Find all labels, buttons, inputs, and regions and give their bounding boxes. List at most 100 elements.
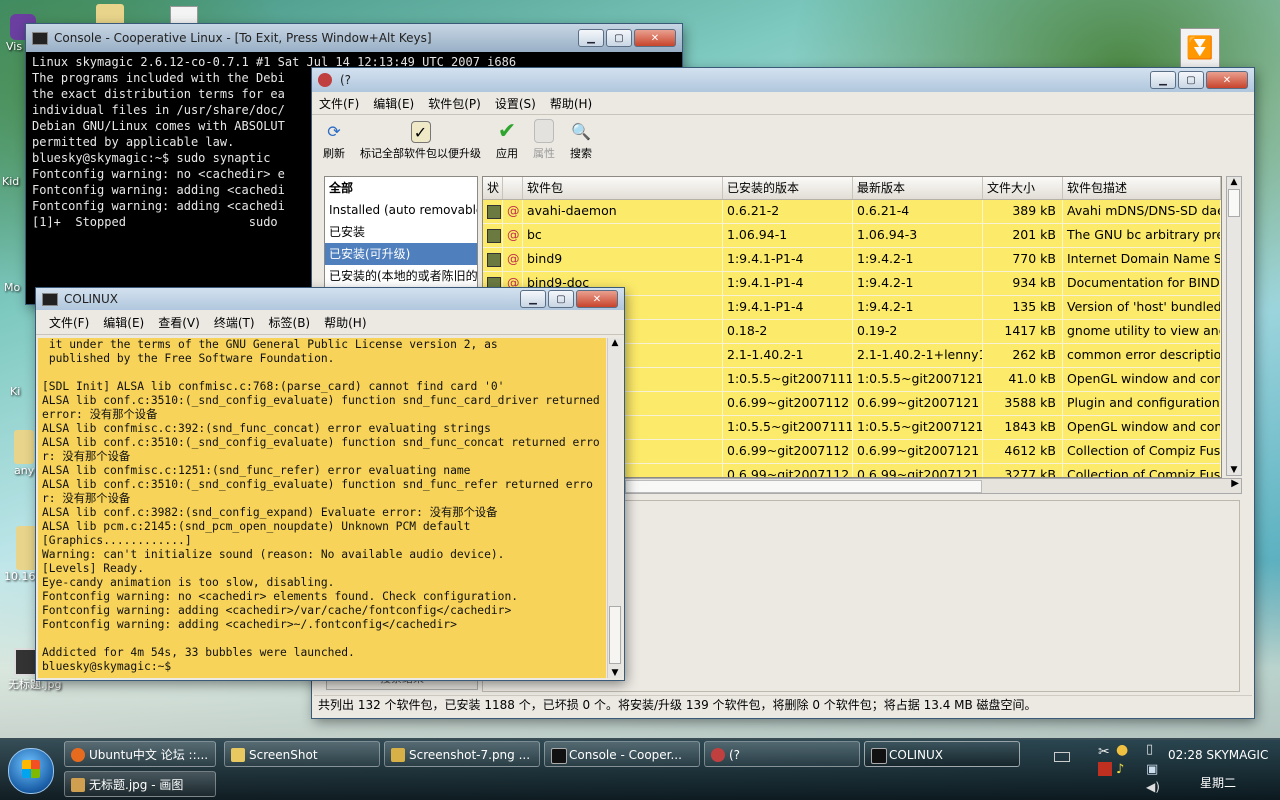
- menu-item[interactable]: 设置(S): [488, 95, 543, 112]
- menu-item[interactable]: 帮助(H): [317, 314, 373, 331]
- scroll-down-icon[interactable]: ▼: [1227, 465, 1241, 475]
- menu-item[interactable]: 文件(F): [312, 95, 366, 112]
- start-button[interactable]: [8, 748, 54, 794]
- column-header[interactable]: [503, 177, 523, 199]
- upgrade-status-icon[interactable]: [483, 224, 503, 247]
- maximize-button[interactable]: ▢: [606, 29, 632, 47]
- column-header[interactable]: 软件包: [523, 177, 723, 199]
- terminal-line: Warning: can't initialize sound (reason:…: [42, 548, 505, 561]
- column-header[interactable]: 已安装的版本: [723, 177, 853, 199]
- menu-item[interactable]: 帮助(H): [543, 95, 599, 112]
- package-description: The GNU bc arbitrary precision: [1063, 224, 1221, 247]
- properties-icon: [534, 119, 554, 143]
- hscroll-thumb[interactable]: [625, 480, 982, 493]
- mark-all-upgrades-button[interactable]: ✓ 标记全部软件包以便升级: [360, 121, 481, 165]
- column-header[interactable]: 最新版本: [853, 177, 983, 199]
- clock-time[interactable]: 02:28 SKYMAGIC: [1168, 748, 1268, 762]
- scroll-up-icon[interactable]: ▲: [1227, 177, 1241, 187]
- menu-item[interactable]: 终端(T): [207, 314, 262, 331]
- colinux-titlebar[interactable]: COLINUX ▁ ▢ ✕: [36, 288, 624, 310]
- synaptic-titlebar[interactable]: (? ▁ ▢ ✕: [312, 68, 1254, 92]
- menu-item[interactable]: 软件包(P): [421, 95, 488, 112]
- filter-item[interactable]: 全部: [325, 177, 477, 199]
- battery-tray-icon[interactable]: ▯: [1146, 742, 1153, 757]
- desktop-icon-ki[interactable]: Ki: [10, 385, 20, 398]
- scroll-up-icon[interactable]: ▲: [608, 338, 622, 348]
- minimize-button[interactable]: ▁: [1150, 71, 1176, 89]
- colinux-menubar: 文件(F) 编辑(E) 查看(V) 终端(T) 标签(B) 帮助(H): [36, 310, 624, 335]
- maximize-button[interactable]: ▢: [548, 290, 574, 308]
- package-description: OpenGL window and compositing: [1063, 368, 1221, 391]
- download-tray-icon[interactable]: ⏬: [1180, 28, 1220, 68]
- menu-item[interactable]: 文件(F): [42, 314, 96, 331]
- latest-version: 1.06.94-3: [853, 224, 983, 247]
- taskbar-button-console[interactable]: Console - Cooper...: [544, 741, 700, 767]
- bell-tray-icon[interactable]: ♪: [1116, 762, 1124, 777]
- console-titlebar[interactable]: Console - Cooperative Linux - [To Exit, …: [26, 24, 682, 52]
- package-table-scrollbar[interactable]: ▲ ▼: [1226, 176, 1242, 476]
- filter-item[interactable]: 已安装的(本地的或者陈旧的): [325, 265, 477, 287]
- maximize-button[interactable]: ▢: [1178, 71, 1204, 89]
- download-tray-icon[interactable]: [1098, 762, 1112, 776]
- filter-item[interactable]: 已安装(可升级): [325, 243, 477, 265]
- qq-tray-icon[interactable]: ●: [1116, 742, 1128, 758]
- table-row[interactable]: @ bind9 1:9.4.1-P1-4 1:9.4.2-1 770 kB Interne…: [483, 248, 1221, 272]
- desktop-icon-kid[interactable]: Kid: [2, 175, 19, 188]
- search-button[interactable]: 🔍 搜索: [569, 119, 593, 165]
- latest-version: 1:9.4.2-1: [853, 272, 983, 295]
- terminal-output[interactable]: it under the terms of the GNU General Pu…: [38, 338, 606, 678]
- package-name: bc: [523, 224, 723, 247]
- refresh-button[interactable]: ⟳ 刷新: [322, 119, 346, 165]
- taskbar-button-paint[interactable]: 无标题.jpg - 画图: [64, 771, 216, 797]
- filter-item[interactable]: Installed (auto removable): [325, 199, 477, 221]
- properties-button[interactable]: 属性: [533, 119, 555, 165]
- menu-item[interactable]: 编辑(E): [96, 314, 151, 331]
- keyboard-icon[interactable]: [1054, 752, 1070, 762]
- tools-tray-icon[interactable]: ✂: [1098, 744, 1110, 760]
- column-header[interactable]: 软件包描述: [1063, 177, 1221, 199]
- close-button[interactable]: ✕: [576, 290, 618, 308]
- clock-day[interactable]: 星期二: [1200, 774, 1236, 791]
- package-size: 770 kB: [983, 248, 1063, 271]
- scroll-thumb[interactable]: [1228, 189, 1240, 217]
- scroll-thumb[interactable]: [609, 606, 621, 664]
- taskbar-button-colinux[interactable]: COLINUX: [864, 741, 1020, 767]
- filter-item[interactable]: 已安装: [325, 221, 477, 243]
- paint-icon: [71, 778, 85, 792]
- upgrade-status-icon[interactable]: [483, 248, 503, 271]
- terminal-scrollbar[interactable]: ▲ ▼: [607, 338, 622, 678]
- menu-item[interactable]: 编辑(E): [366, 95, 421, 112]
- close-button[interactable]: ✕: [1206, 71, 1248, 89]
- column-header[interactable]: 状: [483, 177, 503, 199]
- package-description: OpenGL window and compositing: [1063, 416, 1221, 439]
- scroll-right-icon[interactable]: ▶: [1231, 478, 1239, 489]
- desktop-icon-any[interactable]: any: [14, 430, 34, 477]
- desktop-icon-1016[interactable]: 10.16: [4, 526, 40, 583]
- upgrade-status-icon[interactable]: [483, 200, 503, 223]
- desktop-icon-mo[interactable]: Mo: [4, 281, 20, 294]
- volume-tray-icon[interactable]: ◀): [1146, 780, 1160, 794]
- mark-upgrade-icon: ✓: [410, 121, 431, 143]
- installed-version: 1:0.5.5~git2007111: [723, 416, 853, 439]
- taskbar-button-image-viewer[interactable]: Screenshot-7.png ...: [384, 741, 540, 767]
- network-tray-icon[interactable]: ▣: [1146, 762, 1158, 777]
- package-table-hscrollbar[interactable]: ▶: [624, 478, 1242, 494]
- table-row[interactable]: @ avahi-daemon 0.6.21-2 0.6.21-4 389 kB Avahi…: [483, 200, 1221, 224]
- package-description: Avahi mDNS/DNS-SD daemon: [1063, 200, 1221, 223]
- close-button[interactable]: ✕: [634, 29, 676, 47]
- apply-button[interactable]: ✔ 应用: [495, 119, 519, 165]
- minimize-button[interactable]: ▁: [578, 29, 604, 47]
- menu-item[interactable]: 标签(B): [262, 314, 318, 331]
- scroll-down-icon[interactable]: ▼: [608, 668, 622, 678]
- table-row[interactable]: @ bc 1.06.94-1 1.06.94-3 201 kB The GNU bc ar…: [483, 224, 1221, 248]
- column-header[interactable]: 文件大小: [983, 177, 1063, 199]
- minimize-button[interactable]: ▁: [520, 290, 546, 308]
- taskbar-button-synaptic[interactable]: (?: [704, 741, 860, 767]
- taskbar-button-firefox[interactable]: Ubuntu中文 论坛 ::...: [64, 741, 216, 767]
- installed-version: 0.6.99~git2007112: [723, 440, 853, 463]
- taskbar-button-screenshot-folder[interactable]: ScreenShot: [224, 741, 380, 767]
- menu-item[interactable]: 查看(V): [151, 314, 207, 331]
- package-description: Collection of Compiz Fusion: [1063, 464, 1221, 477]
